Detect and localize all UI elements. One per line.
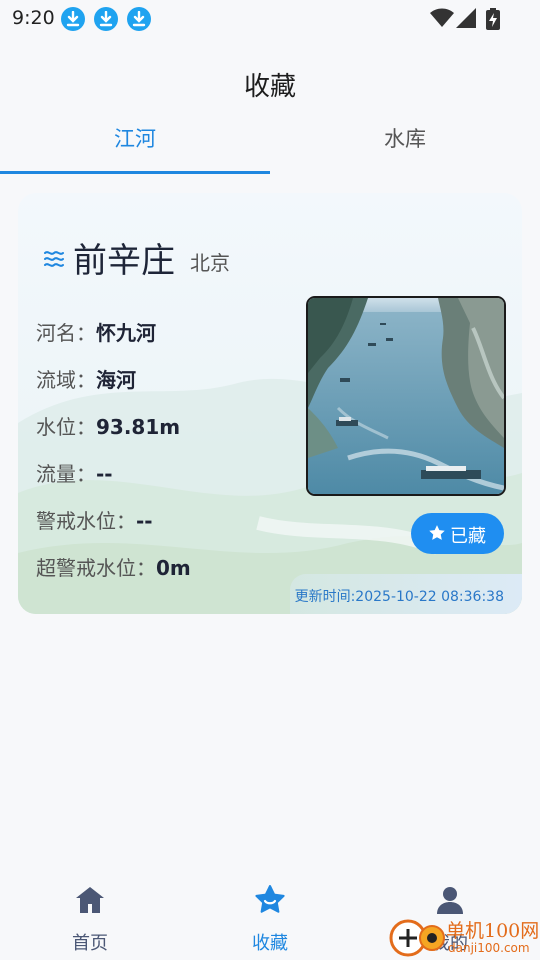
watermark-logo (389, 919, 445, 957)
info-value: 0m (156, 556, 191, 580)
info-label: 河名： (36, 321, 96, 345)
info-over-warning-level: 超警戒水位：0m (36, 552, 191, 581)
tab-bar: 江河 水库 (0, 118, 540, 174)
station-photo (306, 296, 506, 496)
info-flow: 流量：-- (36, 458, 113, 487)
battery-charging-icon (486, 8, 500, 30)
station-name: 前辛庄 (73, 241, 175, 281)
tab-reservoirs[interactable]: 水库 (270, 118, 540, 174)
info-river-name: 河名：怀九河 (36, 317, 156, 346)
info-label: 流域： (36, 368, 96, 392)
nav-favorites[interactable]: 收藏 (180, 870, 360, 960)
station-card[interactable]: 前辛庄 北京 河名：怀九河 流域：海河 水位：93.81m 流量：-- 警戒水位… (18, 193, 522, 614)
signal-icon (456, 8, 476, 28)
status-bar: 9:20 (0, 0, 540, 38)
info-value: 海河 (96, 368, 136, 392)
info-label: 流量： (36, 462, 96, 486)
info-label: 警戒水位： (36, 509, 136, 533)
download-icon (127, 7, 151, 31)
watermark-url: danji100.com (448, 941, 530, 955)
nav-favorites-label: 收藏 (252, 933, 288, 954)
nav-home[interactable]: 首页 (0, 870, 180, 960)
saved-label: 已藏 (450, 526, 486, 547)
river-gorge-image (308, 298, 504, 494)
saved-button[interactable]: 已藏 (411, 513, 504, 554)
info-value: 93.81m (96, 415, 181, 439)
nav-home-label: 首页 (72, 933, 108, 954)
info-value: -- (136, 509, 153, 533)
watermark: 单机100网 danji100.com (388, 912, 540, 960)
info-label: 超警戒水位： (36, 556, 156, 580)
info-value: -- (96, 462, 113, 486)
page-title: 收藏 (243, 72, 296, 102)
watermark-title: 单机100网 (446, 920, 540, 942)
download-icon (61, 7, 85, 31)
star-icon (429, 525, 445, 540)
info-value: 怀九河 (96, 321, 156, 345)
info-water-level: 水位：93.81m (36, 411, 180, 440)
tab-active-indicator (0, 171, 270, 174)
update-time: 更新时间:2025-10-22 08:36:38 (294, 589, 504, 605)
water-wave-icon (44, 251, 64, 267)
wifi-icon (430, 8, 454, 27)
info-label: 水位： (36, 415, 96, 439)
info-warning-level: 警戒水位：-- (36, 505, 153, 534)
tab-rivers[interactable]: 江河 (0, 118, 270, 174)
station-city: 北京 (190, 251, 230, 275)
status-time: 9:20 (12, 7, 55, 29)
update-time-bar: 更新时间:2025-10-22 08:36:38 (290, 574, 522, 614)
info-basin: 流域：海河 (36, 364, 136, 393)
home-icon (76, 887, 104, 913)
download-icon (94, 7, 118, 31)
star-icon (255, 885, 285, 913)
